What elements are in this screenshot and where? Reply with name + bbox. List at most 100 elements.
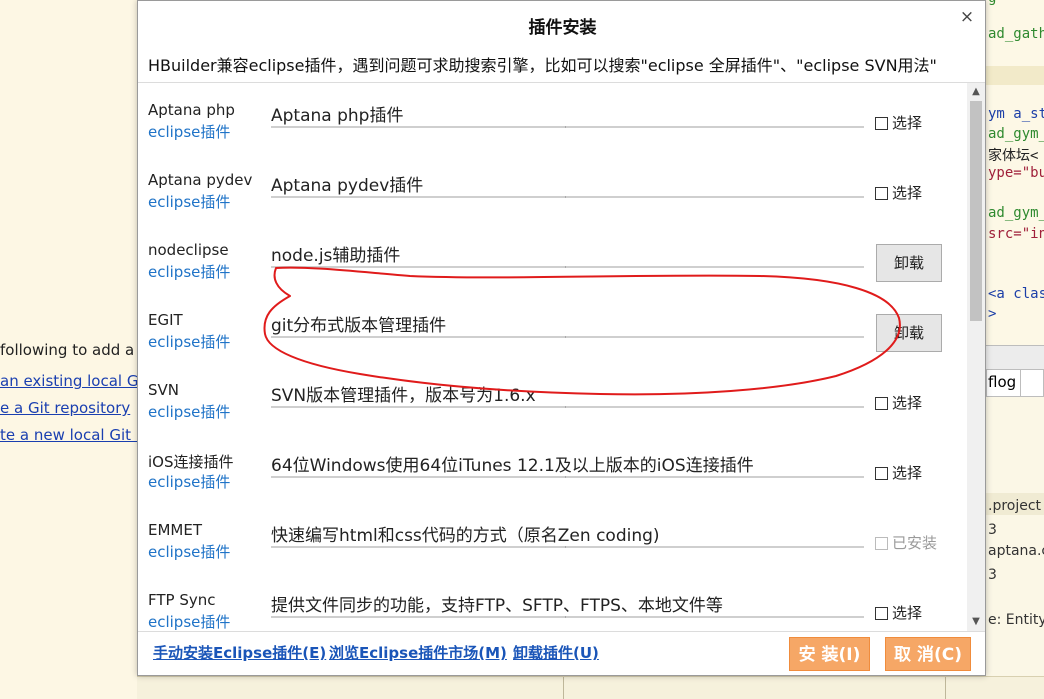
plugin-description-underline — [271, 616, 864, 618]
browse-market-link[interactable]: 浏览Eclipse插件市场(M) — [329, 642, 507, 663]
background-text-line: following to add a r — [0, 341, 146, 359]
plugin-description-underline — [271, 546, 864, 548]
plugin-list: Aptana php eclipse插件 Aptana php插件 选择 Apt… — [138, 83, 968, 631]
code-line: ad_gym_ — [988, 126, 1044, 142]
checkbox-icon[interactable] — [875, 607, 888, 620]
scroll-down-icon[interactable]: ▼ — [967, 613, 985, 631]
checkbox-icon[interactable] — [875, 187, 888, 200]
code-token: <a clas — [988, 286, 1044, 302]
select-checkbox[interactable]: 选择 — [875, 392, 922, 413]
property-text: 3 — [988, 567, 997, 583]
scroll-up-icon[interactable]: ▲ — [967, 83, 985, 101]
code-line: > — [988, 306, 996, 322]
plugin-source: eclipse插件 — [148, 263, 231, 281]
plugin-row-nodeclipse: nodeclipse eclipse插件 node.js辅助插件 卸载 — [138, 223, 968, 293]
plugin-description-underline — [271, 406, 864, 408]
plugin-source: eclipse插件 — [148, 123, 231, 141]
plugin-row-ios-connect: iOS连接插件 eclipse插件 64位Windows使用64位iTunes … — [138, 433, 968, 503]
checkbox-icon — [875, 537, 888, 550]
plugin-description: 快速编写html和css代码的方式（原名Zen coding) — [271, 526, 660, 546]
plugin-source: eclipse插件 — [148, 543, 231, 561]
code-line: 家体坛< — [988, 145, 1038, 165]
tab-divider — [1020, 370, 1021, 398]
dialog-title: 插件安装 — [528, 18, 597, 38]
background-status-strip — [137, 676, 1044, 699]
select-checkbox[interactable]: 选择 — [875, 462, 922, 483]
plugin-name: FTP Sync — [148, 591, 216, 609]
code-token: ad_gym_ — [988, 126, 1044, 142]
plugin-row-ftp-sync: FTP Sync eclipse插件 提供文件同步的功能，支持FTP、SFTP、… — [138, 573, 968, 631]
code-token: ype="bu — [988, 165, 1044, 181]
plugin-source: eclipse插件 — [148, 333, 231, 351]
code-line: ad_gath — [988, 26, 1044, 42]
background-link-existing-repo[interactable]: an existing local Gi — [0, 372, 143, 390]
property-text: aptana.c — [988, 543, 1044, 559]
divider — [138, 631, 985, 632]
code-token: src="in — [988, 226, 1044, 242]
panel-splitter[interactable] — [986, 345, 1044, 370]
background-left-panel: following to add a r an existing local G… — [0, 0, 145, 698]
plugin-name: Aptana php — [148, 101, 235, 119]
plugin-row-aptana-pydev: Aptana pydev eclipse插件 Aptana pydev插件 选择 — [138, 153, 968, 223]
background-right-panel: g ad_gath ym a_st ad_gym_ 家体坛< ype="bu a… — [986, 0, 1044, 698]
plugin-name: EGIT — [148, 311, 183, 329]
plugin-description: Aptana php插件 — [271, 106, 404, 126]
background-link-clone-repo[interactable]: e a Git repository — [0, 399, 130, 417]
divider — [945, 677, 946, 699]
property-text: e: Entity. — [988, 612, 1044, 628]
install-button[interactable]: 安 装(I) — [789, 637, 870, 671]
scrollbar-thumb[interactable] — [970, 101, 982, 321]
plugin-source: eclipse插件 — [148, 613, 231, 631]
tab-reflog[interactable]: flog — [986, 369, 1044, 398]
property-text: 3 — [988, 522, 997, 538]
plugin-description: git分布式版本管理插件 — [271, 316, 447, 336]
property-text: .project — [988, 498, 1042, 514]
plugin-name: iOS连接插件 — [148, 453, 234, 471]
checkbox-icon[interactable] — [875, 467, 888, 480]
code-line: ad_gym_ — [988, 205, 1044, 221]
plugin-description: node.js辅助插件 — [271, 246, 401, 266]
plugin-description-underline — [271, 336, 864, 338]
cancel-button[interactable]: 取 消(C) — [885, 637, 971, 671]
current-line-highlight — [986, 66, 1044, 85]
select-checkbox[interactable]: 选择 — [875, 602, 922, 623]
plugin-description-underline — [271, 476, 864, 478]
uninstall-plugins-link[interactable]: 卸载插件(U) — [513, 642, 599, 663]
background-properties-panel: .project 3 aptana.c 3 e: Entity. — [986, 397, 1044, 698]
plugin-list-scrollbar[interactable]: ▲ ▼ — [967, 83, 985, 631]
plugin-name: Aptana pydev — [148, 171, 253, 189]
plugin-description: Aptana pydev插件 — [271, 176, 424, 196]
divider — [563, 677, 564, 699]
close-icon[interactable]: × — [957, 7, 977, 27]
plugin-description: 64位Windows使用64位iTunes 12.1及以上版本的iOS连接插件 — [271, 456, 754, 476]
manual-install-link[interactable]: 手动安装Eclipse插件(E) — [153, 642, 326, 663]
installed-checkbox: 已安装 — [875, 532, 937, 553]
tab-label: flog — [988, 373, 1017, 391]
code-line: ym a_st — [988, 106, 1044, 122]
plugin-name: nodeclipse — [148, 241, 229, 259]
background-code-editor: g ad_gath ym a_st ad_gym_ 家体坛< ype="bu a… — [986, 0, 1044, 345]
code-line: g — [988, 0, 996, 6]
plugin-row-egit: EGIT eclipse插件 git分布式版本管理插件 卸载 — [138, 293, 968, 363]
select-checkbox[interactable]: 选择 — [875, 182, 922, 203]
checkbox-label: 选择 — [892, 114, 923, 132]
uninstall-button[interactable]: 卸载 — [876, 244, 942, 282]
plugin-description: 提供文件同步的功能，支持FTP、SFTP、FTPS、本地文件等 — [271, 596, 723, 616]
code-line: ype="bu — [988, 165, 1044, 181]
code-token: ym a_st — [988, 106, 1044, 122]
plugin-description: SVN版本管理插件，版本号为1.6.x — [271, 386, 536, 406]
plugin-row-aptana-php: Aptana php eclipse插件 Aptana php插件 选择 — [138, 83, 968, 153]
code-token: ad_gym_ — [988, 205, 1044, 221]
plugin-description-underline — [271, 196, 864, 198]
checkbox-label: 选择 — [892, 464, 923, 482]
checkbox-label: 选择 — [892, 184, 923, 202]
plugin-source: eclipse插件 — [148, 193, 231, 211]
background-link-create-repo[interactable]: te a new local Git r — [0, 426, 142, 444]
checkbox-label: 已安装 — [892, 534, 938, 552]
plugin-description-underline — [271, 266, 864, 268]
checkbox-icon[interactable] — [875, 397, 888, 410]
checkbox-icon[interactable] — [875, 117, 888, 130]
select-checkbox[interactable]: 选择 — [875, 112, 922, 133]
uninstall-button[interactable]: 卸载 — [876, 314, 942, 352]
code-token: g — [988, 0, 996, 6]
